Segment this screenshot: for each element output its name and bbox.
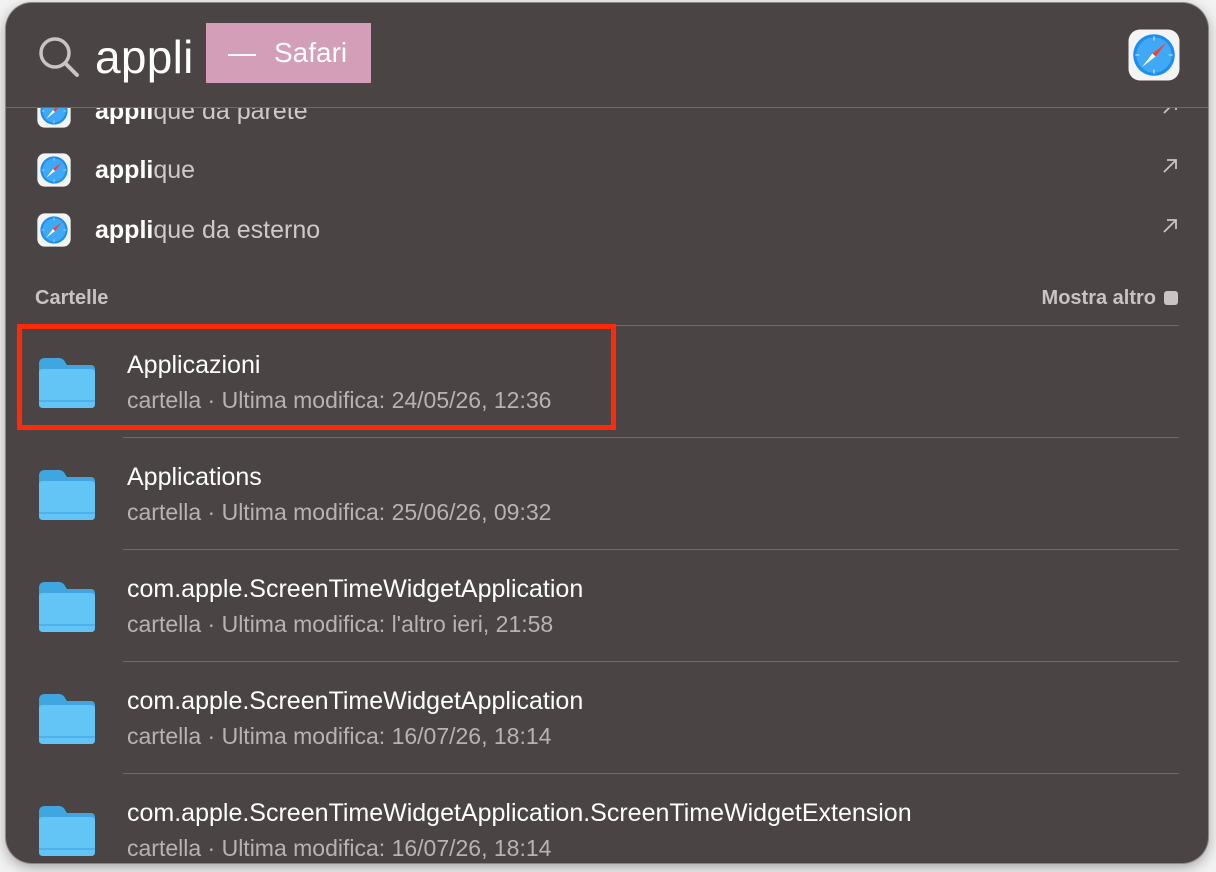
folder-icon xyxy=(39,470,95,520)
folder-title: com.apple.ScreenTimeWidgetApplication xyxy=(127,575,584,603)
section-title-folders: Cartelle xyxy=(35,287,109,309)
folder-subtitle: cartella · Ultima modifica: l'altro ieri… xyxy=(127,611,554,637)
show-more-icon xyxy=(1164,291,1178,305)
folder-icon xyxy=(39,806,95,856)
suggestion-item[interactable]: applique xyxy=(6,140,1208,200)
folder-subtitle: cartella · Ultima modifica: 16/07/26, 18… xyxy=(127,723,552,749)
folder-icon xyxy=(39,694,95,744)
selection-highlight-box xyxy=(17,324,616,430)
suggestion-match: appli xyxy=(95,216,154,244)
search-input[interactable]: appli xyxy=(95,27,194,87)
suggestion-match: appli xyxy=(95,156,154,184)
folder-row-screentime-extension[interactable]: com.apple.ScreenTimeWidgetApplication.Sc… xyxy=(6,774,1208,863)
folder-subtitle: cartella · Ultima modifica: 25/06/26, 09… xyxy=(127,499,552,525)
folder-title: com.apple.ScreenTimeWidgetApplication.Sc… xyxy=(127,799,912,827)
suggestion-item[interactable]: applique da esterno xyxy=(6,200,1208,260)
suggestion-rest: que da esterno xyxy=(153,216,321,244)
folder-row-screentime-1[interactable]: com.apple.ScreenTimeWidgetApplication ca… xyxy=(6,550,1208,662)
show-more-label: Mostra altro xyxy=(1041,287,1156,309)
search-bar[interactable]: appli — Safari xyxy=(6,3,1208,108)
results-list: applique da parete applique applique da … xyxy=(6,3,1208,863)
open-arrow-icon[interactable] xyxy=(1160,156,1180,176)
spotlight-window: applique da parete applique applique da … xyxy=(6,3,1208,863)
folder-title: com.apple.ScreenTimeWidgetApplication xyxy=(127,687,584,715)
folder-icon xyxy=(39,582,95,632)
folder-row-screentime-2[interactable]: com.apple.ScreenTimeWidgetApplication ca… xyxy=(6,662,1208,774)
search-icon xyxy=(39,37,79,77)
safari-icon[interactable] xyxy=(1128,29,1180,81)
folder-subtitle: cartella · Ultima modifica: 16/07/26, 18… xyxy=(127,835,552,861)
suggestion-rest: que xyxy=(153,156,196,184)
open-arrow-icon[interactable] xyxy=(1160,216,1180,236)
completion-app-name: Safari xyxy=(274,37,348,68)
safari-icon xyxy=(37,213,71,247)
search-completion-hint: — Safari xyxy=(206,23,371,83)
safari-icon xyxy=(37,153,71,187)
folder-row-applications[interactable]: Applications cartella · Ultima modifica:… xyxy=(6,438,1208,550)
folder-title: Applications xyxy=(127,463,262,491)
show-more-link[interactable]: Mostra altro xyxy=(1042,287,1178,310)
completion-dash: — xyxy=(228,37,256,68)
